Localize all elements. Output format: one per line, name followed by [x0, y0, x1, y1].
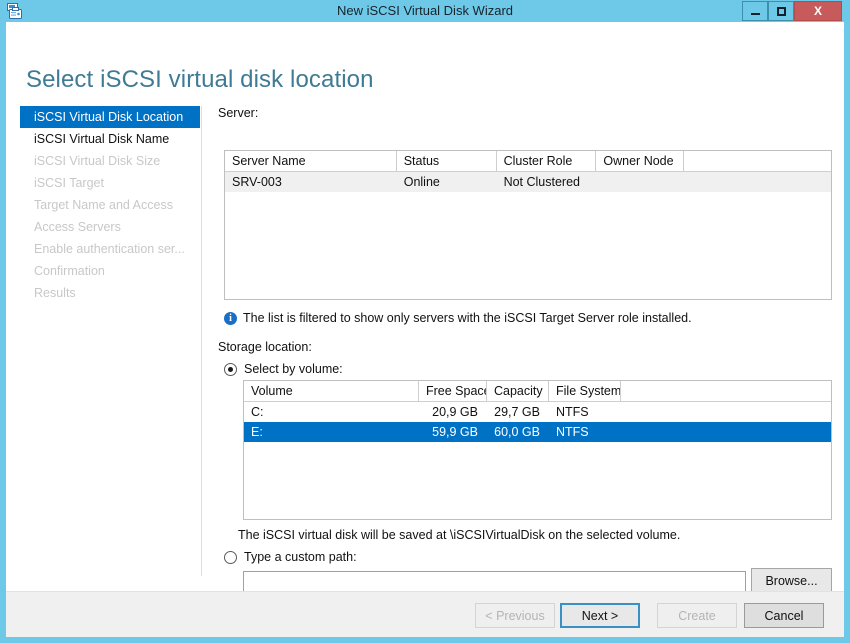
volume-table-header: Volume Free Space Capacity File System — [244, 381, 831, 402]
sidebar-item-iscsi-virtual-disk-name[interactable]: iSCSI Virtual Disk Name — [20, 128, 200, 150]
content-surface: Select iSCSI virtual disk location iSCSI… — [6, 22, 844, 637]
cell-free-space: 20,9 GB — [432, 405, 478, 419]
cell-capacity: 60,0 GB — [494, 425, 540, 439]
sidebar-item-confirmation: Confirmation — [20, 260, 200, 282]
column-header-capacity[interactable]: Capacity — [487, 381, 549, 401]
sidebar-divider — [201, 106, 202, 576]
column-header-status[interactable]: Status — [397, 151, 497, 171]
volume-table[interactable]: Volume Free Space Capacity File System C… — [243, 380, 832, 520]
wizard-window: New iSCSI Virtual Disk Wizard X Select i… — [0, 0, 850, 643]
radio-button-icon[interactable] — [224, 362, 237, 376]
cell-status: Online — [403, 175, 440, 189]
column-header-free-space[interactable]: Free Space — [419, 381, 487, 401]
sidebar-item-label: Results — [34, 286, 76, 300]
cancel-button[interactable]: Cancel — [744, 603, 824, 628]
maximize-button[interactable] — [768, 1, 794, 21]
wizard-step-list: iSCSI Virtual Disk Location iSCSI Virtua… — [20, 106, 200, 576]
column-header-spacer — [684, 151, 831, 171]
sidebar-item-enable-authentication-service: Enable authentication ser... — [20, 238, 200, 260]
column-header-spacer — [621, 381, 831, 401]
sidebar-item-access-servers: Access Servers — [20, 216, 200, 238]
sidebar-item-label: iSCSI Virtual Disk Location — [34, 110, 184, 124]
filter-info-text: The list is filtered to show only server… — [243, 311, 692, 325]
minimize-button[interactable] — [742, 1, 768, 21]
close-button[interactable]: X — [794, 1, 842, 21]
save-path-note: The iSCSI virtual disk will be saved at … — [238, 528, 681, 542]
close-icon: X — [813, 4, 822, 18]
minimize-icon — [750, 12, 760, 15]
create-button: Create — [657, 603, 737, 628]
cell-file-system: NTFS — [556, 405, 589, 419]
sidebar-item-label: Confirmation — [34, 264, 105, 278]
cell-owner-node — [596, 172, 684, 192]
sidebar-item-label: Target Name and Access — [34, 198, 173, 212]
next-button[interactable]: Next > — [560, 603, 640, 628]
cell-spacer — [684, 172, 831, 192]
radio-type-custom-path[interactable]: Type a custom path: — [224, 550, 357, 564]
wizard-button-bar: < Previous Next > Create Cancel — [6, 591, 844, 637]
cell-spacer — [621, 422, 831, 442]
cell-cluster-role: Not Clustered — [503, 175, 580, 189]
window-title: New iSCSI Virtual Disk Wizard — [336, 3, 514, 18]
server-table-header: Server Name Status Cluster Role Owner No… — [225, 151, 831, 172]
sidebar-item-iscsi-virtual-disk-location[interactable]: iSCSI Virtual Disk Location — [20, 106, 200, 128]
maximize-icon — [776, 6, 786, 16]
storage-location-label: Storage location: — [218, 340, 312, 354]
title-bar: New iSCSI Virtual Disk Wizard X — [0, 0, 850, 22]
server-table[interactable]: Server Name Status Cluster Role Owner No… — [224, 150, 832, 300]
filter-info-message: i The list is filtered to show only serv… — [224, 310, 692, 327]
column-header-file-system[interactable]: File System — [549, 381, 621, 401]
radio-button-icon[interactable] — [224, 550, 237, 564]
page-title: Select iSCSI virtual disk location — [26, 66, 374, 94]
sidebar-item-iscsi-target: iSCSI Target — [20, 172, 200, 194]
radio-select-by-volume[interactable]: Select by volume: — [224, 362, 343, 376]
radio-select-by-volume-label: Select by volume: — [244, 362, 343, 376]
sidebar-item-results: Results — [20, 282, 200, 304]
cell-spacer — [621, 402, 831, 422]
sidebar-item-label: iSCSI Virtual Disk Name — [34, 132, 170, 146]
cell-capacity: 29,7 GB — [494, 405, 540, 419]
cell-server-name: SRV-003 — [232, 175, 282, 189]
column-header-volume[interactable]: Volume — [244, 381, 419, 401]
cell-volume: E: — [251, 425, 263, 439]
radio-type-custom-path-label: Type a custom path: — [244, 550, 357, 564]
table-row[interactable]: SRV-003 Online Not Clustered — [225, 172, 831, 192]
table-row[interactable]: C: 20,9 GB 29,7 GB NTFS — [244, 402, 831, 422]
column-header-owner-node[interactable]: Owner Node — [596, 151, 685, 171]
info-icon: i — [224, 312, 237, 325]
table-row[interactable]: E: 59,9 GB 60,0 GB NTFS — [244, 422, 831, 442]
browse-button[interactable]: Browse... — [751, 568, 832, 593]
column-header-cluster-role[interactable]: Cluster Role — [497, 151, 597, 171]
cell-file-system: NTFS — [556, 425, 589, 439]
sidebar-item-target-name-and-access: Target Name and Access — [20, 194, 200, 216]
sidebar-item-label: iSCSI Virtual Disk Size — [34, 154, 161, 168]
server-section-label: Server: — [218, 106, 259, 120]
custom-path-input[interactable] — [243, 571, 746, 592]
sidebar-item-label: Enable authentication ser... — [34, 242, 185, 256]
sidebar-item-iscsi-virtual-disk-size: iSCSI Virtual Disk Size — [20, 150, 200, 172]
previous-button: < Previous — [475, 603, 555, 628]
sidebar-item-label: iSCSI Target — [34, 176, 104, 190]
column-header-server-name[interactable]: Server Name — [225, 151, 397, 171]
cell-free-space: 59,9 GB — [432, 425, 478, 439]
cell-volume: C: — [251, 405, 264, 419]
sidebar-item-label: Access Servers — [34, 220, 121, 234]
